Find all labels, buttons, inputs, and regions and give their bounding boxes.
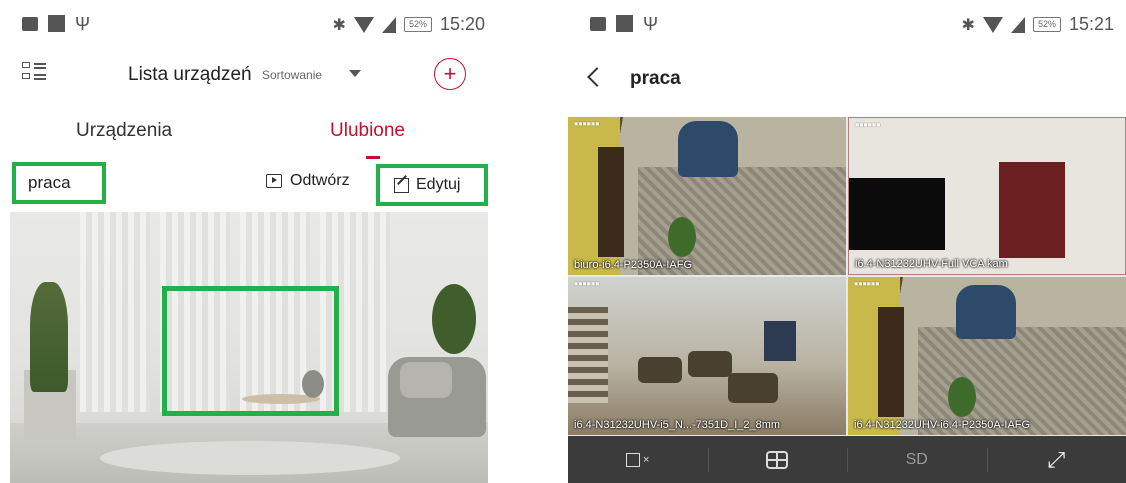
group-name-label[interactable]: praca (12, 162, 106, 204)
left-screen: Ψ ✱ 52% 15:20 Lista urządzeń Sortowanie … (0, 0, 497, 483)
signal-icon (381, 16, 396, 33)
quality-label: SD (905, 450, 928, 468)
add-device-button[interactable]: + (434, 58, 466, 90)
status-bar: Ψ ✱ 52% 15:21 (568, 0, 1126, 50)
camera-tile-4[interactable]: ■■■■■■ i6.4-N31232UHV-i6.4-P2350A-IAFG (848, 277, 1126, 435)
play-button[interactable]: Odtwórz (266, 172, 350, 190)
app-notification-icon (616, 15, 633, 32)
edit-button[interactable]: Edytuj (376, 164, 488, 206)
wifi-icon (353, 16, 374, 33)
page-title: Lista urządzeń (128, 64, 252, 85)
image-notification-icon (590, 16, 606, 31)
group-title: praca (630, 68, 681, 89)
camera-label: biuro-i6.4-P2350A-IAFG (574, 259, 692, 271)
play-label: Odtwórz (290, 172, 350, 189)
tab-favorites[interactable]: Ulubione (330, 120, 405, 142)
quality-button[interactable]: SD (847, 436, 987, 483)
camera-label: i6.4-N31232UHV-i6.4-P2350A-IAFG (854, 419, 1031, 431)
edit-label: Edytuj (416, 176, 461, 193)
chevron-down-icon[interactable] (349, 70, 361, 77)
grid-layout-icon (766, 450, 789, 469)
battery-icon: 52% (1032, 17, 1061, 32)
status-time: 15:21 (1068, 14, 1114, 34)
camera-label: i6.4-N31232UHV-i5_N...-7351D_I_2_8mm (574, 419, 781, 431)
usb-icon: Ψ (643, 13, 659, 34)
active-tab-indicator (366, 156, 380, 159)
tab-devices[interactable]: Urządzenia (76, 120, 172, 142)
right-screen: Ψ ✱ 52% 15:21 praca ■■■■■■ biuro-i6.4-P2… (568, 0, 1126, 483)
camera-grid: ■■■■■■ biuro-i6.4-P2350A-IAFG ■■■■■■ i6.… (568, 117, 1126, 436)
expand-icon: ⤢ (1047, 446, 1066, 472)
playback-toolbar: × SD ⤢ (568, 436, 1126, 483)
usb-icon: Ψ (75, 13, 91, 34)
list-view-icon[interactable] (22, 60, 46, 84)
image-notification-icon (22, 16, 38, 31)
layout-button[interactable] (707, 436, 848, 483)
bluetooth-icon: ✱ (332, 16, 346, 34)
battery-icon: 52% (403, 17, 432, 32)
status-time: 15:20 (439, 14, 485, 34)
mute-button[interactable]: × (568, 436, 708, 483)
signal-icon (1010, 16, 1025, 33)
wifi-icon (982, 16, 1003, 33)
bluetooth-icon: ✱ (961, 16, 975, 34)
highlight-box (162, 286, 339, 416)
edit-icon (394, 177, 409, 193)
header: Lista urządzeń Sortowanie + (0, 56, 497, 96)
camera-tile-2[interactable]: ■■■■■■ i6.4-N31232UHV-Full VCA kam (848, 117, 1126, 275)
sort-dropdown[interactable]: Sortowanie (262, 68, 322, 82)
back-arrow-icon[interactable] (587, 67, 607, 87)
camera-tile-1[interactable]: ■■■■■■ biuro-i6.4-P2350A-IAFG (568, 117, 846, 275)
camera-label: i6.4-N31232UHV-Full VCA kam (855, 258, 1008, 270)
app-notification-icon (48, 15, 65, 32)
fullscreen-button[interactable]: ⤢ (986, 436, 1126, 483)
camera-tile-3[interactable]: ■■■■■■ i6.4-N31232UHV-i5_N...-7351D_I_2_… (568, 277, 846, 435)
speaker-mute-icon (626, 452, 641, 467)
play-icon (266, 174, 282, 188)
title-bar: praca (568, 64, 1126, 98)
status-bar: Ψ ✱ 52% 15:20 (0, 0, 497, 50)
